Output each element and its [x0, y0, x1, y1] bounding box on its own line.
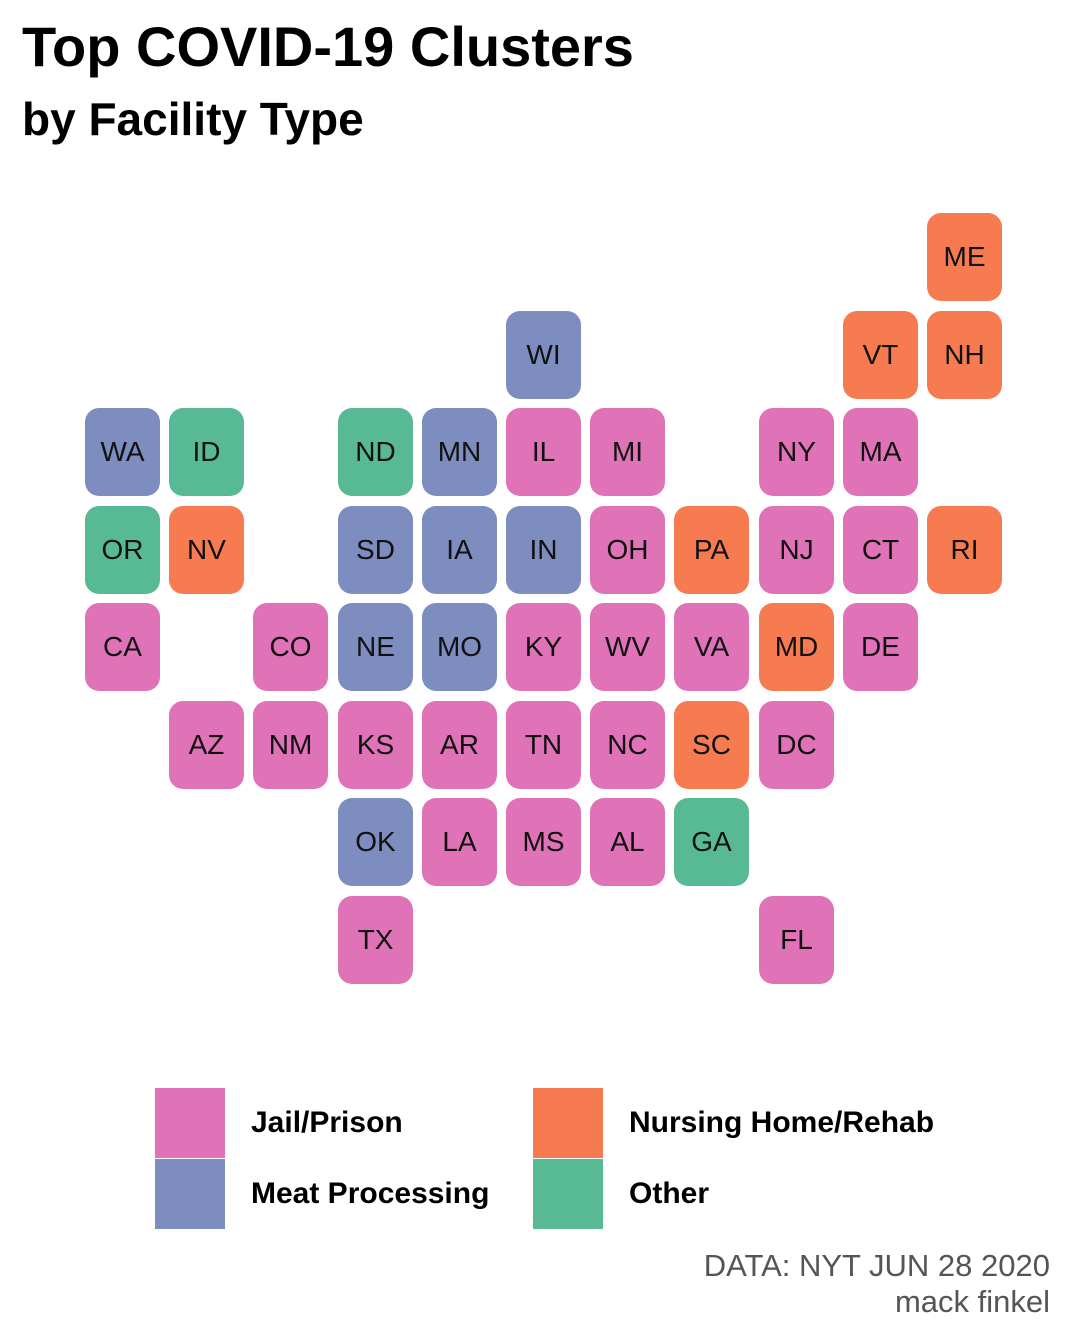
state-tile-ia: IA: [422, 506, 497, 594]
state-tile-nd: ND: [338, 408, 413, 496]
state-tile-pa: PA: [674, 506, 749, 594]
caption: DATA: NYT JUN 28 2020 mack finkel: [704, 1248, 1050, 1320]
state-tile-ok: OK: [338, 798, 413, 886]
state-tile-il: IL: [506, 408, 581, 496]
legend-swatch-jail: [155, 1088, 225, 1158]
state-tile-de: DE: [843, 603, 918, 691]
state-tile-tn: TN: [506, 701, 581, 789]
state-tile-mo: MO: [422, 603, 497, 691]
state-tile-va: VA: [674, 603, 749, 691]
legend-label-meat: Meat Processing: [251, 1177, 490, 1210]
state-tile-la: LA: [422, 798, 497, 886]
state-tile-ks: KS: [338, 701, 413, 789]
legend-label-jail: Jail/Prison: [251, 1106, 403, 1139]
state-tile-nj: NJ: [759, 506, 834, 594]
legend-swatch-other: [533, 1159, 603, 1229]
state-tile-vt: VT: [843, 311, 918, 399]
state-tile-in: IN: [506, 506, 581, 594]
state-tile-ca: CA: [85, 603, 160, 691]
state-tile-dc: DC: [759, 701, 834, 789]
state-tile-sc: SC: [674, 701, 749, 789]
state-tile-wv: WV: [590, 603, 665, 691]
state-tile-mn: MN: [422, 408, 497, 496]
legend-swatch-meat: [155, 1159, 225, 1229]
state-tile-wa: WA: [85, 408, 160, 496]
state-tile-co: CO: [253, 603, 328, 691]
state-tile-nv: NV: [169, 506, 244, 594]
state-tile-ct: CT: [843, 506, 918, 594]
state-tile-ga: GA: [674, 798, 749, 886]
state-tile-md: MD: [759, 603, 834, 691]
state-tile-az: AZ: [169, 701, 244, 789]
state-tile-me: ME: [927, 213, 1002, 301]
state-tile-ne: NE: [338, 603, 413, 691]
state-tile-oh: OH: [590, 506, 665, 594]
state-tile-sd: SD: [338, 506, 413, 594]
state-tile-ar: AR: [422, 701, 497, 789]
state-tile-ny: NY: [759, 408, 834, 496]
legend-swatch-nursing: [533, 1088, 603, 1158]
caption-author: mack finkel: [894, 1284, 1050, 1319]
state-tile-tx: TX: [338, 896, 413, 984]
state-tile-nh: NH: [927, 311, 1002, 399]
state-tile-ms: MS: [506, 798, 581, 886]
caption-source: DATA: NYT JUN 28 2020: [703, 1248, 1050, 1283]
state-tile-id: ID: [169, 408, 244, 496]
state-tile-ky: KY: [506, 603, 581, 691]
state-tile-al: AL: [590, 798, 665, 886]
legend-label-other: Other: [629, 1177, 710, 1210]
state-tile-ri: RI: [927, 506, 1002, 594]
state-tile-wi: WI: [506, 311, 581, 399]
state-tile-fl: FL: [759, 896, 834, 984]
legend-label-nursing: Nursing Home/Rehab: [629, 1106, 935, 1139]
state-tile-nc: NC: [590, 701, 665, 789]
state-tile-or: OR: [85, 506, 160, 594]
state-tile-mi: MI: [590, 408, 665, 496]
state-tile-nm: NM: [253, 701, 328, 789]
state-tile-ma: MA: [843, 408, 918, 496]
